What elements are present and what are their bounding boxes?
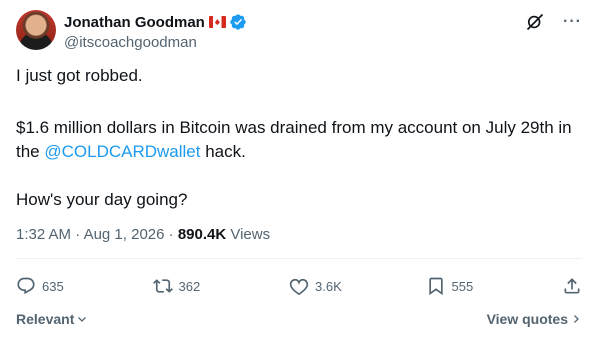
author-handle[interactable]: @itscoachgoodman <box>64 34 197 51</box>
reply-icon <box>17 277 35 295</box>
chevron-down-icon <box>78 317 87 322</box>
divider <box>16 258 582 259</box>
bookmark-button[interactable]: 555 <box>426 276 521 296</box>
reply-button[interactable]: 635 <box>16 276 111 296</box>
avatar[interactable] <box>16 10 56 50</box>
tweet-line-2: $1.6 million dollars in Bitcoin was drai… <box>16 116 582 164</box>
meta-separator: · <box>71 226 84 243</box>
repost-button[interactable]: 362 <box>152 276 248 296</box>
bookmark-count: 555 <box>451 278 474 294</box>
tweet-text-end: hack. <box>200 142 246 161</box>
like-count: 3.6K <box>315 278 342 294</box>
more-icon[interactable]: ··· <box>563 12 582 32</box>
canada-flag-icon <box>208 16 226 28</box>
sort-label: Relevant <box>16 311 75 327</box>
tweet-line-3: How's your day going? <box>16 190 188 209</box>
mention-link[interactable]: @COLDCARDwallet <box>44 142 200 161</box>
like-button[interactable]: 3.6K <box>289 276 384 296</box>
author-name[interactable]: Jonathan Goodman <box>64 14 205 31</box>
replies-footer: Relevant View quotes <box>16 309 582 329</box>
verified-badge-icon <box>230 14 246 30</box>
reply-count: 635 <box>42 278 64 294</box>
view-quotes-link[interactable]: View quotes <box>487 311 582 327</box>
sort-dropdown[interactable]: Relevant <box>16 311 88 327</box>
action-bar: 635 362 3.6K 555 <box>16 274 582 298</box>
repost-count: 362 <box>178 278 201 294</box>
views-count: 890.4K <box>177 226 227 243</box>
top-actions: ··· <box>525 12 582 32</box>
bookmark-icon <box>428 277 443 296</box>
grok-icon[interactable] <box>525 12 545 32</box>
view-quotes-label: View quotes <box>486 311 568 327</box>
tweet-line-1: I just got robbed. <box>16 66 143 85</box>
share-button[interactable] <box>562 276 582 296</box>
author-row: Jonathan Goodman <box>64 12 247 32</box>
share-icon <box>564 278 580 294</box>
tweet-date[interactable]: Aug 1, 2026 <box>84 226 165 243</box>
tweet-time[interactable]: 1:32 AM <box>16 226 71 243</box>
tweet-meta: 1:32 AM · Aug 1, 2026 · 890.4K Views <box>16 226 271 243</box>
heart-icon <box>289 278 309 296</box>
views-label: Views <box>230 226 271 243</box>
chevron-right-icon <box>574 315 579 323</box>
repost-icon <box>152 279 173 293</box>
